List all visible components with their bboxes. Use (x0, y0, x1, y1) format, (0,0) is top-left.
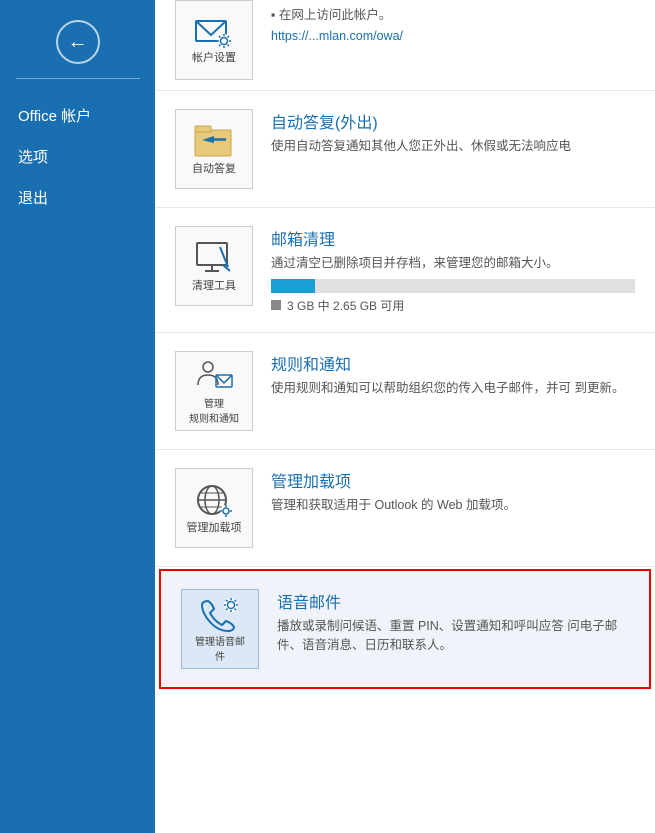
manage-addins-icon-box: 管理加载项 (175, 468, 253, 548)
account-settings-link[interactable]: https://...mlan.com/owa/ (271, 29, 403, 43)
sidebar-item-signout[interactable]: 退出 (0, 177, 155, 218)
voicemail-icon-box: 管理语音邮件 (181, 589, 259, 669)
voicemail-item[interactable]: 管理语音邮件 语音邮件 播放或录制问候语、重置 PIN、设置通知和呼叫应答 问电… (159, 569, 651, 689)
bullet: ▪ (271, 8, 279, 22)
back-icon: ← (68, 31, 88, 54)
mailbox-progress-fill (271, 279, 315, 293)
rules-notifications-icon (192, 357, 236, 395)
rules-notifications-title: 规则和通知 (271, 351, 635, 375)
rules-notifications-item[interactable]: 管理规则和通知 规则和通知 使用规则和通知可以帮助组织您的传入电子邮件，并可 到… (155, 333, 655, 450)
mailbox-cleanup-icon-label: 清理工具 (192, 277, 236, 293)
auto-reply-desc: 使用自动答复通知其他人您正外出、休假或无法响应电 (271, 137, 635, 156)
mailbox-cleanup-content: 邮箱清理 通过清空已删除项目并存档，来管理您的邮箱大小。 3 GB 中 2.65… (271, 226, 635, 314)
mailbox-progress-label: 3 GB 中 2.65 GB 可用 (271, 297, 635, 314)
account-settings-desc1: ▪ 在网上访问此帐户。 (271, 6, 635, 25)
mailbox-cleanup-desc: 通过清空已删除项目并存档，来管理您的邮箱大小。 (271, 254, 635, 273)
voicemail-icon-label: 管理语音邮件 (195, 633, 245, 663)
mailbox-cleanup-icon (192, 239, 236, 277)
manage-addins-desc: 管理和获取适用于 Outlook 的 Web 加载项。 (271, 496, 635, 515)
voicemail-icon (198, 595, 242, 633)
auto-reply-icon-box: 自动答复 (175, 109, 253, 189)
main-content: 帐户设置 ▪ 在网上访问此帐户。 https://...mlan.com/owa… (155, 0, 655, 833)
auto-reply-icon (192, 122, 236, 160)
sidebar: ← Office 帐户 选项 退出 (0, 0, 155, 833)
sidebar-item-options[interactable]: 选项 (0, 136, 155, 177)
auto-reply-item[interactable]: 自动答复 自动答复(外出) 使用自动答复通知其他人您正外出、休假或无法响应电 (155, 91, 655, 208)
voicemail-title: 语音邮件 (277, 589, 629, 613)
mailbox-cleanup-title: 邮箱清理 (271, 226, 635, 250)
manage-addins-item[interactable]: 管理加载项 管理加载项 管理和获取适用于 Outlook 的 Web 加载项。 (155, 450, 655, 567)
settings-list: 帐户设置 ▪ 在网上访问此帐户。 https://...mlan.com/owa… (155, 0, 655, 691)
account-settings-icon (194, 15, 234, 49)
account-settings-desc2: https://...mlan.com/owa/ (271, 27, 635, 46)
account-settings-partial[interactable]: 帐户设置 ▪ 在网上访问此帐户。 https://...mlan.com/owa… (155, 0, 655, 91)
rules-notifications-icon-label: 管理规则和通知 (189, 395, 239, 425)
sidebar-item-office-account[interactable]: Office 帐户 (0, 95, 155, 136)
auto-reply-content: 自动答复(外出) 使用自动答复通知其他人您正外出、休假或无法响应电 (271, 109, 635, 156)
rules-notifications-content: 规则和通知 使用规则和通知可以帮助组织您的传入电子邮件，并可 到更新。 (271, 351, 635, 398)
manage-addins-title: 管理加载项 (271, 468, 635, 492)
rules-notifications-icon-box: 管理规则和通知 (175, 351, 253, 431)
mailbox-cleanup-item[interactable]: 清理工具 邮箱清理 通过清空已删除项目并存档，来管理您的邮箱大小。 3 GB 中… (155, 208, 655, 333)
back-button[interactable]: ← (56, 20, 100, 64)
voicemail-content: 语音邮件 播放或录制问候语、重置 PIN、设置通知和呼叫应答 问电子邮件、语音消… (277, 589, 629, 655)
sidebar-item-label: Office 帐户 (18, 108, 91, 125)
sidebar-item-label: 选项 (18, 149, 48, 166)
mailbox-progress-bar (271, 279, 635, 293)
sidebar-divider (16, 78, 140, 79)
sidebar-item-label: 退出 (18, 190, 48, 207)
rules-notifications-desc: 使用规则和通知可以帮助组织您的传入电子邮件，并可 到更新。 (271, 379, 635, 398)
account-settings-icon-box: 帐户设置 (175, 0, 253, 80)
manage-addins-icon (192, 481, 236, 519)
account-settings-icon-label: 帐户设置 (192, 49, 236, 65)
voicemail-desc: 播放或录制问候语、重置 PIN、设置通知和呼叫应答 问电子邮件、语音消息、日历和… (277, 617, 629, 655)
account-settings-content: ▪ 在网上访问此帐户。 https://...mlan.com/owa/ (271, 0, 635, 46)
manage-addins-content: 管理加载项 管理和获取适用于 Outlook 的 Web 加载项。 (271, 468, 635, 515)
manage-addins-icon-label: 管理加载项 (187, 519, 242, 535)
auto-reply-title: 自动答复(外出) (271, 109, 635, 133)
auto-reply-icon-label: 自动答复 (192, 160, 236, 176)
mailbox-cleanup-icon-box: 清理工具 (175, 226, 253, 306)
